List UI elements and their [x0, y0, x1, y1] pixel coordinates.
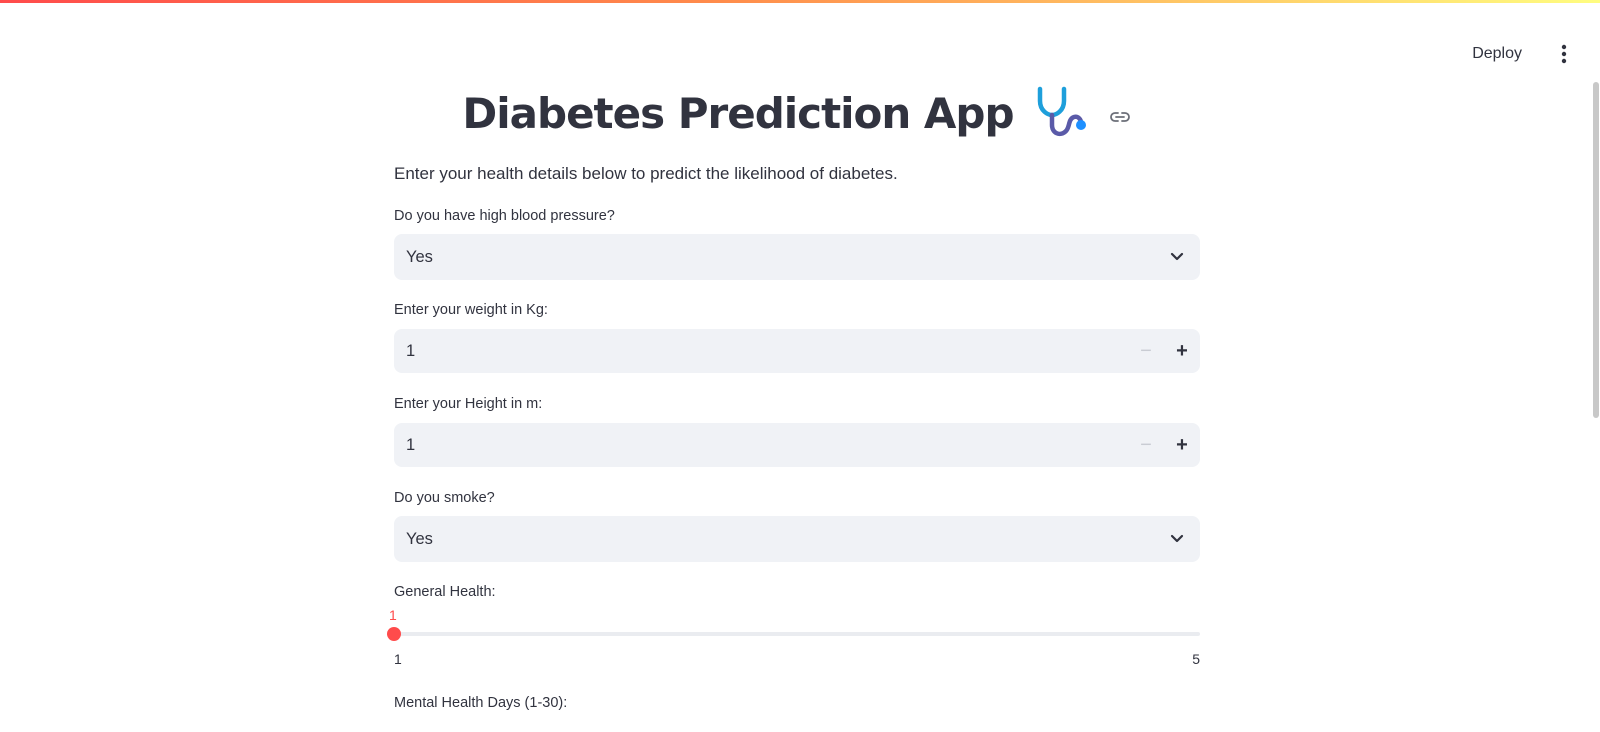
page-scrollbar[interactable]	[1593, 82, 1599, 418]
weight-decrement-button[interactable]: −	[1128, 329, 1164, 373]
link-icon[interactable]	[1108, 105, 1132, 129]
smoke-label: Do you smoke?	[394, 490, 495, 506]
general-health-slider-track[interactable]	[394, 632, 1200, 636]
weight-input[interactable]: 1 − +	[394, 329, 1200, 373]
deploy-button[interactable]: Deploy	[1464, 41, 1530, 67]
height-input[interactable]: 1 − +	[394, 423, 1200, 467]
title-row: Diabetes Prediction App	[394, 80, 1200, 146]
weight-label: Enter your weight in Kg:	[394, 302, 548, 318]
chevron-down-icon	[1170, 252, 1184, 261]
app-header-decoration	[0, 0, 1600, 3]
blood-pressure-label: Do you have high blood pressure?	[394, 208, 615, 224]
weight-value[interactable]: 1	[406, 342, 1128, 361]
kebab-menu-icon	[1561, 44, 1567, 64]
toolbar: Deploy	[1464, 40, 1574, 68]
stethoscope-icon	[1037, 86, 1086, 137]
general-health-label: General Health:	[394, 584, 496, 600]
general-health-slider-thumb[interactable]	[387, 627, 401, 641]
height-value[interactable]: 1	[406, 436, 1128, 455]
page-description: Enter your health details below to predi…	[394, 164, 898, 183]
height-label: Enter your Height in m:	[394, 396, 543, 412]
smoke-select[interactable]: Yes	[394, 516, 1200, 562]
smoke-value: Yes	[406, 529, 433, 548]
general-health-max-label: 5	[1192, 651, 1200, 667]
blood-pressure-value: Yes	[406, 247, 433, 266]
mental-health-label: Mental Health Days (1-30):	[394, 695, 568, 711]
chevron-down-icon	[1170, 534, 1184, 543]
height-decrement-button[interactable]: −	[1128, 423, 1164, 467]
page-title: Diabetes Prediction App	[462, 88, 1014, 138]
main-menu-button[interactable]	[1554, 40, 1574, 68]
blood-pressure-select[interactable]: Yes	[394, 234, 1200, 280]
height-increment-button[interactable]: +	[1164, 423, 1200, 467]
main-content: Diabetes Prediction App Enter your healt…	[387, 80, 1200, 711]
weight-increment-button[interactable]: +	[1164, 329, 1200, 373]
general-health-min-label: 1	[394, 651, 402, 667]
general-health-current-value: 1	[389, 607, 397, 623]
